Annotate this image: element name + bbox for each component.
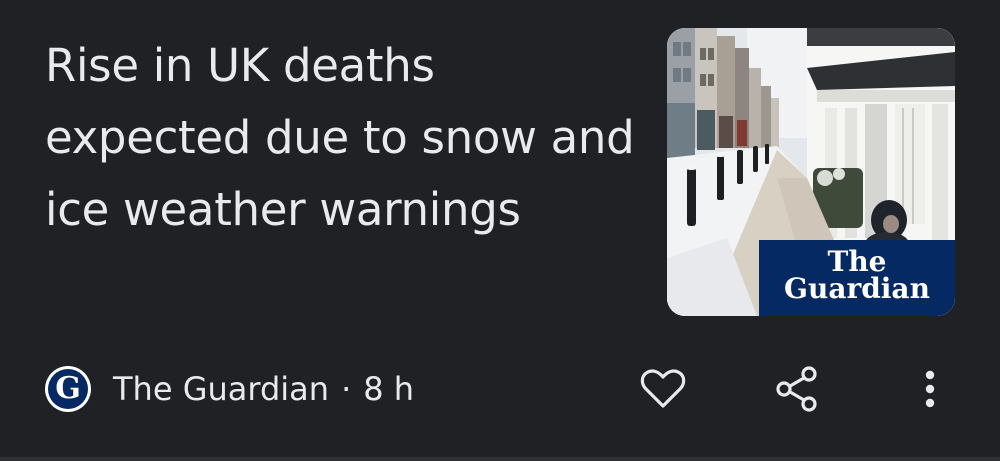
- source-logo: G: [45, 366, 91, 412]
- thumbnail-watermark-line2: Guardian: [784, 272, 930, 305]
- like-button[interactable]: [638, 366, 688, 412]
- snowy-street-image: The Guardian: [667, 28, 955, 316]
- article-source[interactable]: G The Guardian · 8 h: [45, 366, 414, 412]
- share-icon: [776, 366, 817, 412]
- article-thumbnail[interactable]: The Guardian: [667, 28, 955, 316]
- more-options-button[interactable]: [905, 366, 955, 412]
- article-headline[interactable]: Rise in UK deaths expected due to snow a…: [45, 30, 635, 246]
- source-name: The Guardian: [113, 370, 330, 408]
- share-button[interactable]: [772, 366, 822, 412]
- article-meta: The Guardian · 8 h: [113, 370, 414, 408]
- source-logo-letter: G: [48, 369, 88, 409]
- more-vert-icon: [925, 370, 935, 408]
- news-card[interactable]: Rise in UK deaths expected due to snow a…: [0, 0, 1000, 461]
- meta-separator: ·: [341, 370, 352, 408]
- card-divider: [0, 457, 1000, 461]
- article-age: 8 h: [363, 370, 415, 408]
- heart-icon: [640, 369, 686, 408]
